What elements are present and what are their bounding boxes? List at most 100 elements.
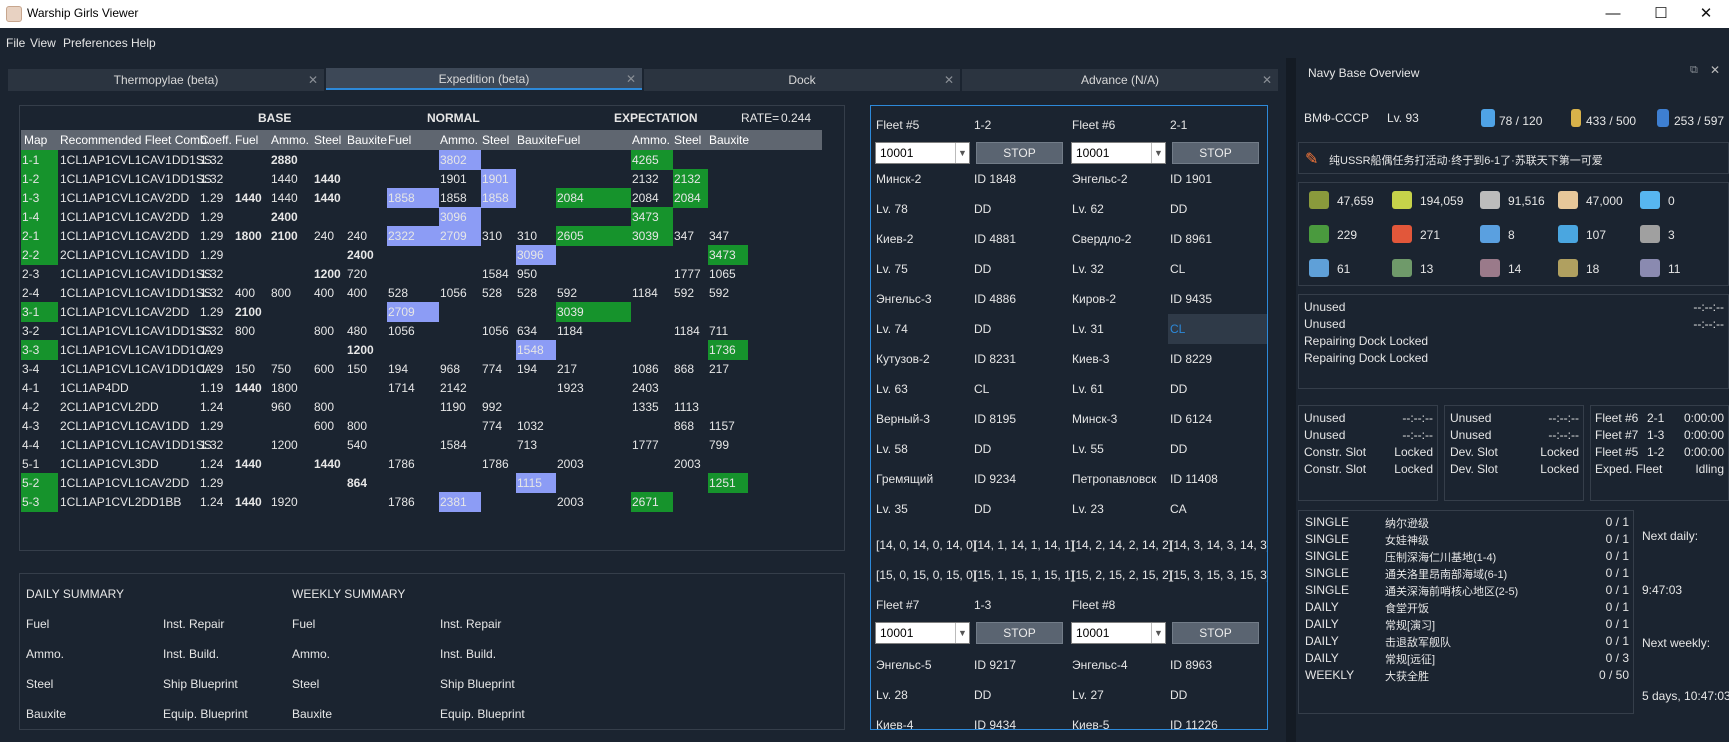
tab-expedition[interactable]: Expedition (beta) ✕ bbox=[326, 68, 642, 90]
task-type: SINGLE bbox=[1305, 566, 1350, 580]
weekly-ammo: Ammo. bbox=[292, 647, 331, 661]
daily-steel: Steel bbox=[26, 677, 54, 691]
ship-id: ID 9434 bbox=[974, 718, 1017, 730]
value-cell bbox=[708, 378, 709, 398]
fleet7-stop-button[interactable]: STOP bbox=[976, 622, 1063, 644]
close-tab-icon[interactable]: ✕ bbox=[308, 69, 318, 91]
ship-type-selected[interactable]: CL bbox=[1168, 314, 1267, 344]
value-cell bbox=[481, 473, 482, 493]
value-cell: 1440 bbox=[271, 172, 298, 186]
fleet6-map: 2-1 bbox=[1170, 118, 1188, 132]
close-tab-icon[interactable]: ✕ bbox=[626, 68, 636, 90]
fleet5-select[interactable]: 10001 ▼ bbox=[875, 142, 970, 164]
value-cell: 868 bbox=[674, 362, 695, 376]
ship-name: Энгельс-3 bbox=[876, 292, 932, 306]
value-cell bbox=[673, 207, 674, 227]
float-icon[interactable]: ⧉ bbox=[1690, 64, 1698, 77]
expectation-group-header: EXPECTATION bbox=[614, 111, 698, 125]
build-slot-status: Constr. Slot bbox=[1304, 462, 1367, 476]
value-cell: 800 bbox=[314, 324, 335, 338]
value-cell bbox=[673, 302, 674, 322]
value-cell: 1858 bbox=[387, 188, 439, 208]
coeff-cell: 1.32 bbox=[200, 324, 224, 338]
value-cell bbox=[556, 397, 557, 417]
fleet5-stop-button[interactable]: STOP bbox=[976, 142, 1063, 164]
value-cell: 194 bbox=[517, 362, 538, 376]
value-cell bbox=[439, 340, 440, 360]
rate-label: RATE= bbox=[741, 111, 780, 125]
value-cell bbox=[234, 435, 235, 455]
ship-type: DD bbox=[974, 502, 992, 516]
fleet-comb-cell: 1CL1AP1CVL1CAV1DD1CA bbox=[60, 362, 213, 376]
value-cell bbox=[234, 264, 235, 284]
value-cell: 1184 bbox=[632, 286, 658, 300]
tab-advance[interactable]: Advance (N/A) ✕ bbox=[962, 69, 1278, 91]
minimize-button[interactable]: — bbox=[1590, 0, 1636, 28]
value-cell: 868 bbox=[674, 419, 695, 433]
rate-value: 0.244 bbox=[781, 111, 812, 125]
build-slot-timer: --:--:-- bbox=[1402, 428, 1433, 442]
fleet6-stop-button[interactable]: STOP bbox=[1172, 142, 1259, 164]
task-name: 纳尔逊级 bbox=[1385, 518, 1429, 530]
value-cell bbox=[556, 169, 557, 189]
close-tab-icon[interactable]: ✕ bbox=[944, 69, 954, 91]
tab-dock[interactable]: Dock ✕ bbox=[644, 69, 960, 91]
fleet8-select[interactable]: 10001 ▼ bbox=[1071, 622, 1166, 644]
value-cell: 864 bbox=[347, 476, 368, 490]
menu-view[interactable]: View bbox=[30, 36, 56, 50]
column-header: Ammo. bbox=[440, 133, 479, 147]
menu-help[interactable]: Help bbox=[131, 36, 156, 50]
ship-icon bbox=[1481, 109, 1495, 127]
value-cell bbox=[556, 473, 557, 493]
resource-value: 0 bbox=[1668, 194, 1675, 208]
value-cell: 1190 bbox=[440, 400, 466, 414]
value-cell: 1056 bbox=[388, 324, 415, 338]
menu-preferences[interactable]: Preferences bbox=[63, 36, 128, 50]
map-cell: 2-2 bbox=[21, 245, 58, 265]
maximize-button[interactable]: ☐ bbox=[1638, 0, 1684, 28]
task-name: 压制深海仁川基地(1-4) bbox=[1385, 552, 1497, 564]
coeff-cell: 1.32 bbox=[200, 438, 224, 452]
value-cell: 711 bbox=[709, 324, 729, 338]
value-cell: 528 bbox=[517, 286, 538, 300]
value-cell: 2003 bbox=[557, 495, 584, 509]
fleet6-select[interactable]: 10001 ▼ bbox=[1071, 142, 1166, 164]
task-type: SINGLE bbox=[1305, 515, 1350, 529]
dock-splitter[interactable] bbox=[1286, 58, 1296, 742]
value-cell: 2003 bbox=[674, 457, 701, 471]
fleet7-select[interactable]: 10001 ▼ bbox=[875, 622, 970, 644]
close-button[interactable]: ✕ bbox=[1683, 0, 1729, 28]
tab-thermopylae[interactable]: Thermopylae (beta) ✕ bbox=[8, 69, 324, 91]
fleet8-stop-button[interactable]: STOP bbox=[1172, 622, 1259, 644]
value-cell: 592 bbox=[557, 286, 578, 300]
close-tab-icon[interactable]: ✕ bbox=[1262, 69, 1272, 91]
chevron-down-icon: ▼ bbox=[955, 623, 969, 643]
value-cell bbox=[387, 473, 388, 493]
value-cell bbox=[556, 150, 557, 170]
column-header: Bauxite bbox=[347, 133, 388, 147]
value-cell bbox=[346, 454, 347, 474]
task-name: 大获全胜 bbox=[1385, 671, 1429, 683]
menu-file[interactable]: File bbox=[6, 36, 25, 50]
value-cell: 1800 bbox=[235, 229, 262, 243]
close-icon[interactable]: ✕ bbox=[1710, 63, 1720, 77]
ship-level: Lv. 23 bbox=[1072, 502, 1104, 516]
value-cell: 750 bbox=[271, 362, 292, 376]
ship-id: ID 8231 bbox=[974, 352, 1017, 366]
coeff-cell: 1.32 bbox=[200, 172, 224, 186]
value-cell: 4265 bbox=[631, 150, 673, 170]
weekly-summary-title: WEEKLY SUMMARY bbox=[292, 587, 406, 601]
value-cell: 1440 bbox=[235, 495, 262, 509]
task-progress: 0 / 1 bbox=[1605, 600, 1629, 614]
coeff-cell: 1.29 bbox=[200, 362, 224, 376]
value-cell: 1786 bbox=[388, 457, 415, 471]
ship-id: ID 11226 bbox=[1170, 718, 1218, 730]
coeff-cell: 1.29 bbox=[200, 419, 224, 433]
value-cell: 1800 bbox=[271, 381, 298, 395]
value-cell: 1777 bbox=[632, 438, 659, 452]
value-cell: 1200 bbox=[347, 343, 374, 357]
ship-id: ID 1848 bbox=[974, 172, 1017, 186]
dock-title: Navy Base Overview bbox=[1308, 66, 1420, 80]
ship-level: Lv. 75 bbox=[876, 262, 908, 276]
value-cell bbox=[708, 169, 709, 189]
